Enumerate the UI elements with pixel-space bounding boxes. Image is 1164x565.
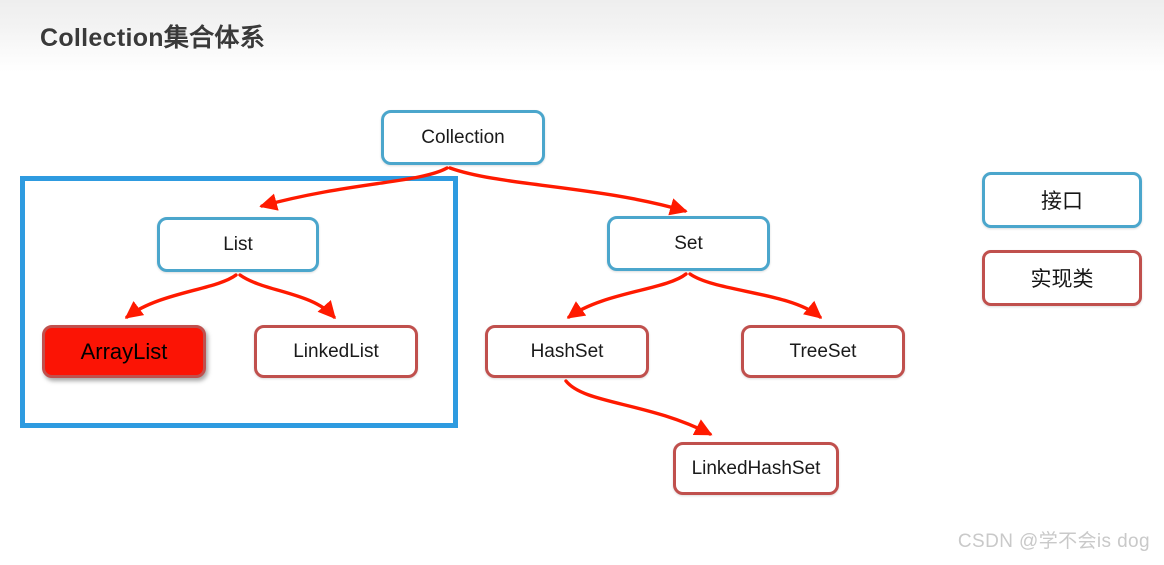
page-title: Collection集合体系 <box>40 24 266 52</box>
node-collection-label: Collection <box>421 126 505 148</box>
node-arraylist[interactable]: ArrayList <box>42 325 206 378</box>
node-arraylist-label: ArrayList <box>80 338 168 364</box>
node-treeset-label: TreeSet <box>789 340 857 362</box>
legend-implementation-label: 实现类 <box>1030 268 1094 291</box>
node-hashset-label: HashSet <box>530 340 604 362</box>
node-linkedhashset-label: LinkedHashSet <box>691 457 821 479</box>
watermark: CSDN @学不会is dog <box>957 531 1150 552</box>
node-collection[interactable]: Collection <box>381 110 545 165</box>
node-list[interactable]: List <box>157 217 319 272</box>
legend-interface-label: 接口 <box>1041 190 1083 213</box>
legend-implementation: 实现类 <box>982 250 1142 306</box>
node-treeset[interactable]: TreeSet <box>741 325 905 378</box>
node-set-label: Set <box>674 232 703 254</box>
node-hashset[interactable]: HashSet <box>485 325 649 378</box>
edge-hashset-linkedhashset <box>564 379 713 436</box>
list-subtree-highlight-rect <box>20 176 458 428</box>
node-linkedlist-label: LinkedList <box>293 340 379 362</box>
slide-header: Collection集合体系 <box>0 0 1164 72</box>
node-set[interactable]: Set <box>607 216 770 271</box>
node-list-label: List <box>223 233 253 255</box>
legend-interface: 接口 <box>982 172 1142 228</box>
slide-canvas: Collection集合体系 Collection List Set Array… <box>0 0 1164 565</box>
edge-collection-set <box>448 166 688 216</box>
node-linkedhashset[interactable]: LinkedHashSet <box>673 442 839 495</box>
edge-set-treeset <box>688 272 823 319</box>
edge-set-hashset <box>566 272 688 319</box>
node-linkedlist[interactable]: LinkedList <box>254 325 418 378</box>
